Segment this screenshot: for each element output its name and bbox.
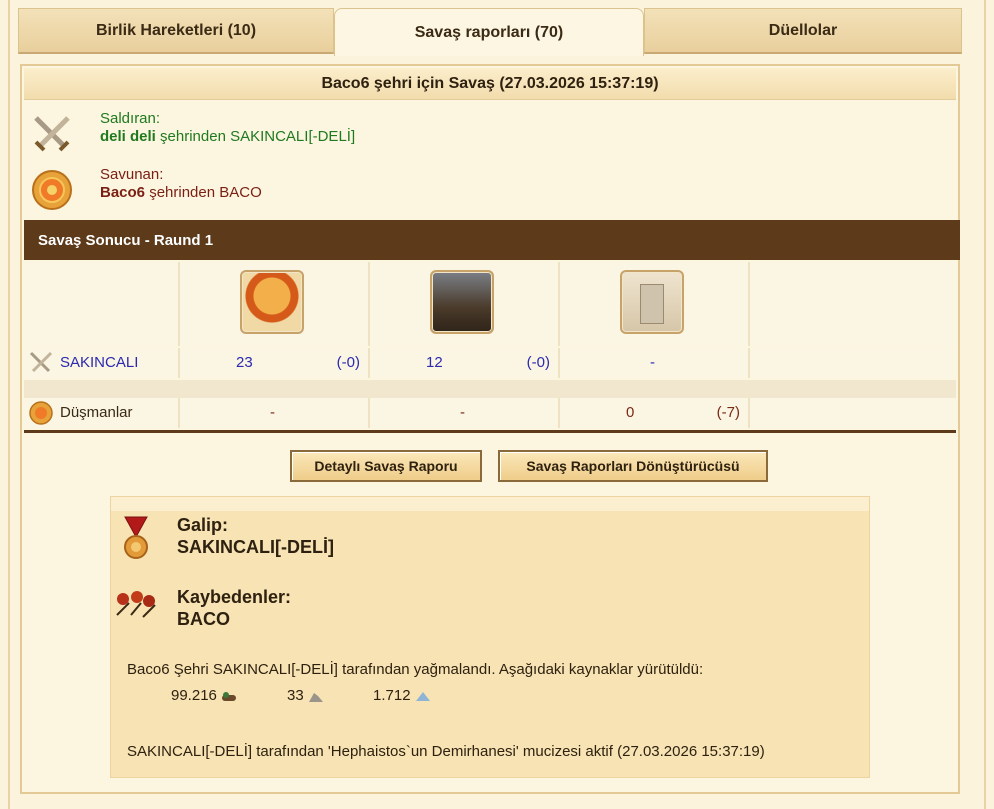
defender-city-link[interactable]: Baco6 <box>100 184 145 201</box>
crossed-swords-icon <box>34 116 70 152</box>
unit-count: - <box>270 404 275 421</box>
shield-icon <box>29 401 53 425</box>
wonder-text: SAKINCALI[-DELİ] tarafından 'Hephaistos`… <box>127 743 765 760</box>
attacker-line: deli deli şehrinden SAKINCALI[-DELİ] <box>100 128 355 145</box>
losers-label: Kaybedenler: <box>177 587 292 607</box>
catapult-unit-icon[interactable] <box>430 270 494 334</box>
unit-cell <box>180 262 370 346</box>
loser-name[interactable]: BACO <box>177 609 230 630</box>
resource-amount: 33 <box>287 687 304 704</box>
winner-label: Galip: <box>177 515 229 535</box>
unit-loss: (-0) <box>526 354 550 371</box>
count-cell: - <box>180 398 370 428</box>
resource-stone: 33 <box>287 687 324 704</box>
fallen-soldiers-icon <box>116 591 156 618</box>
report-panel: Baco6 şehri için Savaş (27.03.2026 15:37… <box>20 64 960 794</box>
empty-cell <box>750 398 956 428</box>
stone-icon <box>308 692 323 702</box>
unit-loss: (-0) <box>336 354 360 371</box>
unit-count: 0 <box>626 404 635 421</box>
wall-shape <box>640 284 664 324</box>
unit-cell <box>370 262 560 346</box>
row-name-cell: Düşmanlar <box>24 398 180 428</box>
unit-count: 12 <box>426 354 443 371</box>
defender-player[interactable]: şehrinden BACO <box>145 184 262 201</box>
resource-amount: 1.712 <box>373 687 411 704</box>
unit-image-row <box>24 262 956 346</box>
unit-count: 23 <box>236 354 253 371</box>
attacker-units-row: SAKINCALI 23 (-0) 12 (-0) - <box>24 348 956 378</box>
row-name-cell: SAKINCALI <box>24 348 180 378</box>
result-top-strip <box>111 497 869 511</box>
unit-cell <box>560 262 750 346</box>
enemies-row-name: Düşmanlar <box>60 404 133 421</box>
empty-cell <box>24 262 180 346</box>
attacker-section: Saldıran: deli deli şehrinden SAKINCALI[… <box>24 110 956 160</box>
tab-troop-movements[interactable]: Birlik Hareketleri (10) <box>18 8 334 54</box>
tab-duels[interactable]: Düellolar <box>644 8 962 54</box>
count-cell: 0 (-7) <box>560 398 750 428</box>
enemies-units-row: Düşmanlar - - 0 (-7) <box>24 398 956 428</box>
count-cell: - <box>370 398 560 428</box>
defender-label: Savunan: <box>100 166 164 183</box>
attacker-city-link[interactable]: deli deli <box>100 128 156 145</box>
count-cell: - <box>560 348 750 378</box>
wood-icon <box>221 691 236 701</box>
attacker-row-name[interactable]: SAKINCALI <box>60 354 138 371</box>
table-bottom-rule <box>24 430 956 433</box>
crossed-swords-icon <box>29 351 53 373</box>
unit-loss: (-7) <box>716 404 740 421</box>
unit-count: - <box>460 404 465 421</box>
winner-name[interactable]: SAKINCALI[-DELİ] <box>177 537 334 558</box>
defender-section: Savunan: Baco6 şehrinden BACO <box>24 166 956 216</box>
battle-result-box: Galip: SAKINCALI[-DELİ] Kaybedenler: BAC… <box>110 496 870 778</box>
resource-amount: 99.216 <box>171 687 217 704</box>
resource-wood: 99.216 <box>171 687 237 704</box>
tab-battle-reports[interactable]: Savaş raporları (70) <box>334 8 644 56</box>
city-wall-icon[interactable] <box>620 270 684 334</box>
attacker-player[interactable]: şehrinden SAKINCALI[-DELİ] <box>156 128 355 145</box>
shield-icon <box>32 170 72 210</box>
report-converter-button[interactable]: Savaş Raporları Dönüştürücüsü <box>498 450 768 482</box>
defender-line: Baco6 şehrinden BACO <box>100 184 262 201</box>
medal-icon <box>124 516 148 559</box>
hoplite-unit-icon[interactable] <box>240 270 304 334</box>
empty-cell <box>750 348 956 378</box>
report-title: Baco6 şehri için Savaş (27.03.2026 15:37… <box>24 68 956 100</box>
unit-count: - <box>650 354 655 371</box>
count-cell: 23 (-0) <box>180 348 370 378</box>
tab-bar: Birlik Hareketleri (10) Savaş raporları … <box>18 8 962 56</box>
detailed-report-button[interactable]: Detaylı Savaş Raporu <box>290 450 482 482</box>
resource-iron: 1.712 <box>373 687 431 704</box>
round-header: Savaş Sonucu - Raund 1 <box>24 220 960 260</box>
attacker-label: Saldıran: <box>100 110 161 127</box>
empty-cell <box>750 262 956 346</box>
count-cell: 12 (-0) <box>370 348 560 378</box>
plunder-text: Baco6 Şehri SAKINCALI[-DELİ] tarafından … <box>127 661 704 678</box>
iron-icon <box>415 691 430 701</box>
row-spacer <box>24 380 956 398</box>
